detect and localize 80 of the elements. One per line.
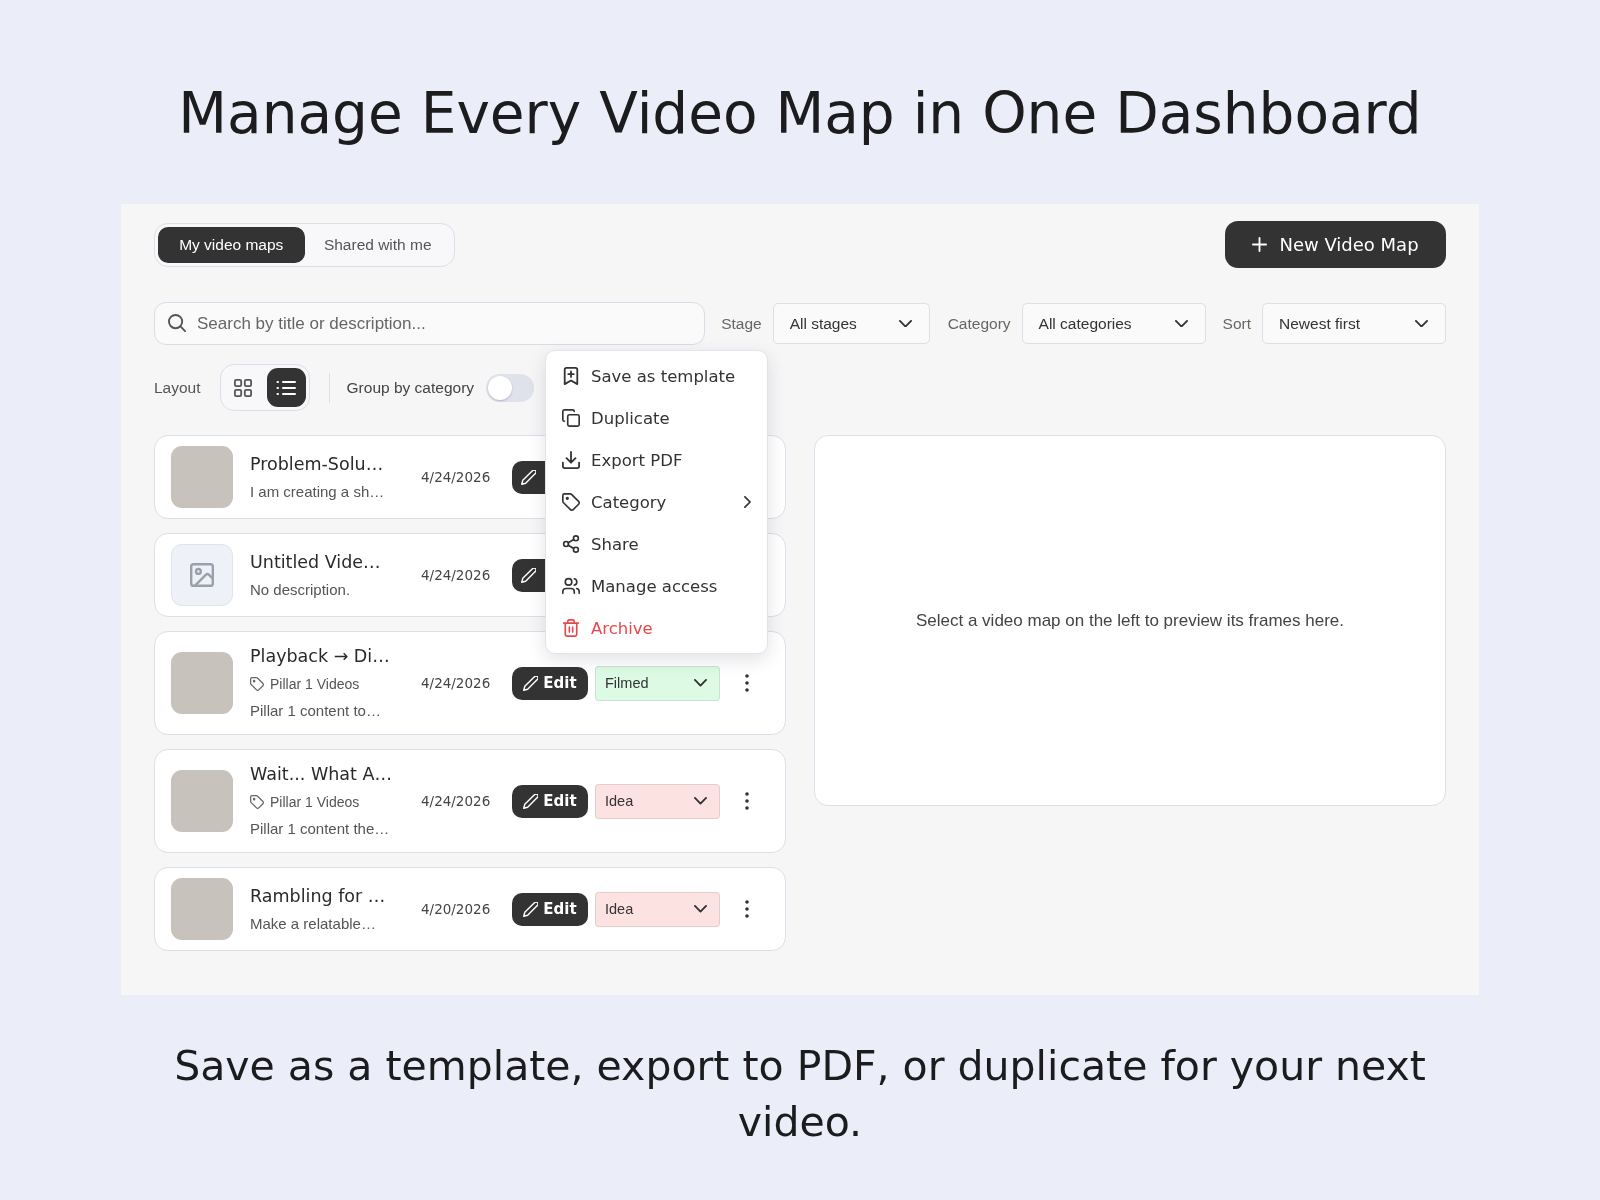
filter-dropdown[interactable]: All categories [1021,303,1206,344]
photo-placeholder [171,446,233,508]
kebab-menu-icon[interactable] [745,674,749,692]
pencil-icon [523,675,539,691]
new-video-map-button[interactable]: New Video Map [1225,221,1446,268]
chevron-down-icon [898,319,912,328]
chevron-down-icon [694,797,707,805]
filter-label: Category [947,314,1011,333]
pencil-icon [521,469,536,485]
group-by-category-label: Group by category [346,378,475,397]
video-title: Playback → Di… [250,645,391,668]
share-icon [562,535,580,553]
date: 4/24/2026 [421,469,492,485]
pencil-icon [521,567,536,583]
chevron-down-icon [1174,319,1188,328]
filter-label: Stage [721,314,762,333]
stage-dropdown[interactable]: Idea [595,891,720,927]
chevron-right-icon [744,496,751,508]
video-title: Untitled Vide… [250,550,382,574]
preview-message: Select a video map on the left to preview its frames here. [915,610,1344,631]
menu-item[interactable]: Manage access [546,565,767,607]
copy-icon [562,409,580,427]
edit-button[interactable]: Edit [512,666,588,700]
stage-dropdown[interactable]: Idea [595,783,720,819]
video-description: I am creating a sh… [250,481,386,502]
edit-button[interactable] [512,460,545,494]
edit-button[interactable] [512,558,545,592]
stage-dropdown[interactable]: Filmed [595,665,720,701]
layout-label: Layout [154,378,201,397]
users-icon [562,577,580,595]
search-field[interactable]: Search by title or description... [154,302,706,345]
bookmark-plus-icon [562,367,580,385]
toggle-switch[interactable] [486,373,535,402]
filter-dropdown[interactable]: All stages [772,303,930,344]
video-map-row[interactable]: Wait... What A… Pillar 1 Videos Pillar 1 content the… 4/24/2026 Edit Idea [154,749,786,853]
caption-text: Save as a template, export to PDF, or duplicate for your next video. [173,1041,1427,1148]
category-tag: Pillar 1 Videos [270,675,360,692]
trash-icon [562,619,580,637]
plus-icon [1252,237,1268,252]
tag-icon [250,676,264,691]
list-icon [276,379,297,396]
video-title: Rambling for … [250,884,387,908]
tag-icon [562,493,580,511]
photo-placeholder [171,652,233,714]
video-title: Problem-Solu… [250,452,385,476]
tag-icon [250,794,264,809]
filter-label: Sort [1222,314,1251,333]
chevron-down-icon [1415,319,1428,328]
pencil-icon [523,901,539,917]
date: 4/24/2026 [421,567,492,583]
date: 4/24/2026 [421,675,492,691]
menu-item[interactable]: Export PDF [546,439,767,481]
download-icon [562,451,580,469]
kebab-menu-icon[interactable] [745,900,749,918]
list-view-button[interactable] [266,368,306,407]
video-map-row[interactable]: Rambling for … Make a relatable… 4/20/2026 Edit Idea [154,867,786,951]
video-description: No description. [250,579,352,600]
date: 4/24/2026 [421,793,492,809]
chevron-down-icon [694,905,707,913]
filter-dropdown[interactable]: Newest first [1262,303,1446,344]
page-headline: Manage Every Video Map in One Dashboard [178,80,1422,148]
pencil-icon [523,793,539,809]
video-description: Pillar 1 content to… [250,701,382,721]
chevron-down-icon [694,679,707,687]
image-icon [190,563,214,587]
photo-placeholder [171,878,233,940]
tab[interactable]: My video maps [158,226,305,263]
kebab-menu-icon[interactable] [745,792,749,810]
grid-icon [234,378,253,397]
tab[interactable]: Shared with me [304,226,451,263]
date: 4/20/2026 [421,901,492,917]
search-icon [168,314,186,332]
category-tag: Pillar 1 Videos [270,793,360,810]
edit-button[interactable]: Edit [512,784,588,818]
menu-item[interactable]: Save as template [546,355,767,397]
photo-placeholder [171,770,233,832]
edit-button[interactable]: Edit [512,892,588,926]
video-description: Make a relatable… [250,913,377,934]
video-title: Wait... What A… [250,763,393,786]
video-description: Pillar 1 content the… [250,819,391,839]
